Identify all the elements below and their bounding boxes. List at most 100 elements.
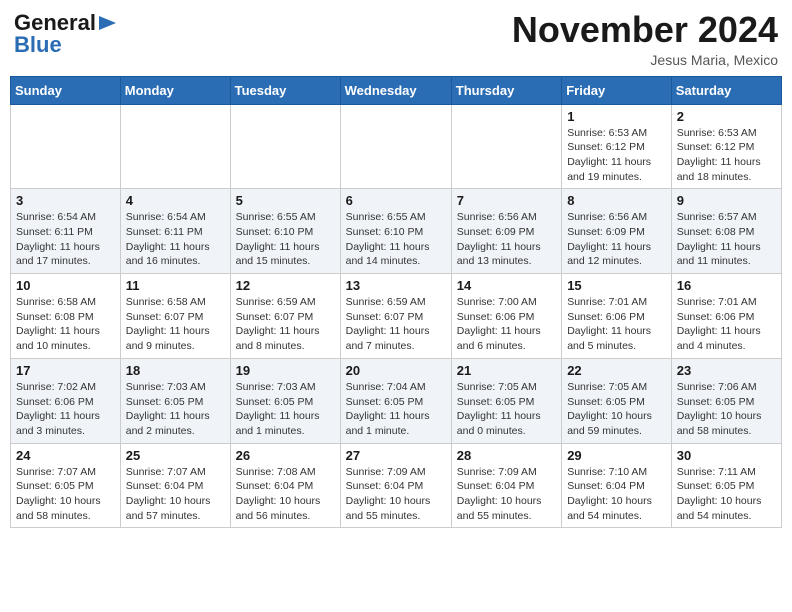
- table-row: 4Sunrise: 6:54 AMSunset: 6:11 PMDaylight…: [120, 189, 230, 274]
- table-row: 8 Sunrise: 6:56 AMSunset: 6:09 PMDaylight…: [562, 189, 672, 274]
- day-info: Sunrise: 7:02 AMSunset: 6:06 PMDaylight:…: [16, 381, 100, 437]
- logo-flag-icon: [97, 15, 117, 31]
- day-number: 6: [346, 193, 446, 208]
- table-row: [451, 104, 561, 189]
- daylight-hours: Daylight: 11 hours and 16 minutes.: [126, 241, 210, 268]
- day-info: Sunrise: 7:01 AMSunset: 6:06 PMDaylight:…: [567, 296, 651, 352]
- col-friday: Friday: [562, 76, 672, 104]
- table-row: 19Sunrise: 7:03 AMSunset: 6:05 PMDayligh…: [230, 358, 340, 443]
- daylight-hours: Daylight: 10 hours and 59 minutes.: [567, 410, 652, 437]
- day-info: Sunrise: 6:59 AMSunset: 6:07 PMDaylight:…: [236, 296, 320, 352]
- table-row: 25Sunrise: 7:07 AMSunset: 6:04 PMDayligh…: [120, 443, 230, 528]
- table-row: 17 Sunrise: 7:02 AMSunset: 6:06 PMDayligh…: [11, 358, 121, 443]
- day-info: Sunrise: 7:00 AMSunset: 6:06 PMDaylight:…: [457, 296, 541, 352]
- day-info: Sunrise: 6:54 AMSunset: 6:11 PMDaylight:…: [16, 211, 100, 267]
- col-thursday: Thursday: [451, 76, 561, 104]
- col-sunday: Sunday: [11, 76, 121, 104]
- table-row: 26Sunrise: 7:08 AMSunset: 6:04 PMDayligh…: [230, 443, 340, 528]
- table-row: 2 Sunrise: 6:53 AMSunset: 6:12 PMDaylight…: [671, 104, 781, 189]
- day-number: 20: [346, 363, 446, 378]
- day-number: 4: [126, 193, 225, 208]
- table-row: 3 Sunrise: 6:54 AMSunset: 6:11 PMDaylight…: [11, 189, 121, 274]
- day-info: Sunrise: 6:56 AMSunset: 6:09 PMDaylight:…: [457, 211, 541, 267]
- day-number: 21: [457, 363, 556, 378]
- day-info: Sunrise: 7:09 AMSunset: 6:04 PMDaylight:…: [346, 466, 431, 522]
- daylight-hours: Daylight: 11 hours and 13 minutes.: [457, 241, 541, 268]
- day-number: 22: [567, 363, 666, 378]
- day-number: 13: [346, 278, 446, 293]
- table-row: [11, 104, 121, 189]
- table-row: 27Sunrise: 7:09 AMSunset: 6:04 PMDayligh…: [340, 443, 451, 528]
- daylight-hours: Daylight: 11 hours and 8 minutes.: [236, 325, 320, 352]
- daylight-hours: Daylight: 11 hours and 14 minutes.: [346, 241, 430, 268]
- daylight-hours: Daylight: 11 hours and 10 minutes.: [16, 325, 100, 352]
- day-number: 17: [16, 363, 115, 378]
- day-info: Sunrise: 7:01 AMSunset: 6:06 PMDaylight:…: [677, 296, 761, 352]
- table-row: 1Sunrise: 6:53 AMSunset: 6:12 PMDaylight…: [562, 104, 672, 189]
- table-row: [340, 104, 451, 189]
- day-info: Sunrise: 6:53 AMSunset: 6:12 PMDaylight:…: [677, 127, 761, 183]
- daylight-hours: Daylight: 11 hours and 1 minutes.: [236, 410, 320, 437]
- day-number: 23: [677, 363, 776, 378]
- daylight-hours: Daylight: 11 hours and 7 minutes.: [346, 325, 430, 352]
- day-number: 15: [567, 278, 666, 293]
- day-info: Sunrise: 6:58 AMSunset: 6:07 PMDaylight:…: [126, 296, 210, 352]
- location: Jesus Maria, Mexico: [512, 52, 778, 68]
- daylight-hours: Daylight: 10 hours and 54 minutes.: [677, 495, 762, 522]
- day-number: 5: [236, 193, 335, 208]
- daylight-hours: Daylight: 10 hours and 56 minutes.: [236, 495, 321, 522]
- day-number: 8: [567, 193, 666, 208]
- day-info: Sunrise: 6:56 AMSunset: 6:09 PMDaylight:…: [567, 211, 651, 267]
- daylight-hours: Daylight: 10 hours and 57 minutes.: [126, 495, 211, 522]
- table-row: 15 Sunrise: 7:01 AMSunset: 6:06 PMDayligh…: [562, 274, 672, 359]
- day-number: 30: [677, 448, 776, 463]
- daylight-hours: Daylight: 11 hours and 9 minutes.: [126, 325, 210, 352]
- table-row: 14 Sunrise: 7:00 AMSunset: 6:06 PMDayligh…: [451, 274, 561, 359]
- table-row: 10Sunrise: 6:58 AMSunset: 6:08 PMDayligh…: [11, 274, 121, 359]
- table-row: 6 Sunrise: 6:55 AMSunset: 6:10 PMDaylight…: [340, 189, 451, 274]
- logo: General Blue: [14, 10, 118, 58]
- day-number: 9: [677, 193, 776, 208]
- day-number: 14: [457, 278, 556, 293]
- day-info: Sunrise: 6:55 AMSunset: 6:10 PMDaylight:…: [346, 211, 430, 267]
- table-row: 24Sunrise: 7:07 AMSunset: 6:05 PMDayligh…: [11, 443, 121, 528]
- day-number: 16: [677, 278, 776, 293]
- calendar-week-2: 3 Sunrise: 6:54 AMSunset: 6:11 PMDaylight…: [11, 189, 782, 274]
- calendar-header-row: Sunday Monday Tuesday Wednesday Thursday…: [11, 76, 782, 104]
- table-row: 16 Sunrise: 7:01 AMSunset: 6:06 PMDayligh…: [671, 274, 781, 359]
- day-info: Sunrise: 7:05 AMSunset: 6:05 PMDaylight:…: [457, 381, 541, 437]
- day-number: 29: [567, 448, 666, 463]
- day-number: 12: [236, 278, 335, 293]
- day-number: 7: [457, 193, 556, 208]
- day-number: 26: [236, 448, 335, 463]
- table-row: [120, 104, 230, 189]
- day-number: 2: [677, 109, 776, 124]
- day-info: Sunrise: 7:04 AMSunset: 6:05 PMDaylight:…: [346, 381, 430, 437]
- month-title: November 2024: [512, 10, 778, 50]
- day-number: 24: [16, 448, 115, 463]
- daylight-hours: Daylight: 11 hours and 5 minutes.: [567, 325, 651, 352]
- day-info: Sunrise: 7:10 AMSunset: 6:04 PMDaylight:…: [567, 466, 652, 522]
- table-row: [230, 104, 340, 189]
- daylight-hours: Daylight: 11 hours and 17 minutes.: [16, 241, 100, 268]
- daylight-hours: Daylight: 11 hours and 12 minutes.: [567, 241, 651, 268]
- table-row: 11Sunrise: 6:58 AMSunset: 6:07 PMDayligh…: [120, 274, 230, 359]
- day-info: Sunrise: 7:06 AMSunset: 6:05 PMDaylight:…: [677, 381, 762, 437]
- table-row: 28Sunrise: 7:09 AMSunset: 6:04 PMDayligh…: [451, 443, 561, 528]
- day-info: Sunrise: 6:53 AMSunset: 6:12 PMDaylight:…: [567, 127, 651, 183]
- daylight-hours: Daylight: 10 hours and 55 minutes.: [346, 495, 431, 522]
- table-row: 22Sunrise: 7:05 AMSunset: 6:05 PMDayligh…: [562, 358, 672, 443]
- table-row: 30Sunrise: 7:11 AMSunset: 6:05 PMDayligh…: [671, 443, 781, 528]
- day-info: Sunrise: 7:03 AMSunset: 6:05 PMDaylight:…: [126, 381, 210, 437]
- daylight-hours: Daylight: 11 hours and 6 minutes.: [457, 325, 541, 352]
- table-row: 23 Sunrise: 7:06 AMSunset: 6:05 PMDayligh…: [671, 358, 781, 443]
- day-info: Sunrise: 7:09 AMSunset: 6:04 PMDaylight:…: [457, 466, 542, 522]
- col-tuesday: Tuesday: [230, 76, 340, 104]
- day-number: 3: [16, 193, 115, 208]
- day-info: Sunrise: 6:55 AMSunset: 6:10 PMDaylight:…: [236, 211, 320, 267]
- calendar-week-4: 17 Sunrise: 7:02 AMSunset: 6:06 PMDayligh…: [11, 358, 782, 443]
- day-info: Sunrise: 7:03 AMSunset: 6:05 PMDaylight:…: [236, 381, 320, 437]
- table-row: 29 Sunrise: 7:10 AMSunset: 6:04 PMDayligh…: [562, 443, 672, 528]
- calendar-week-5: 24Sunrise: 7:07 AMSunset: 6:05 PMDayligh…: [11, 443, 782, 528]
- daylight-hours: Daylight: 10 hours and 55 minutes.: [457, 495, 542, 522]
